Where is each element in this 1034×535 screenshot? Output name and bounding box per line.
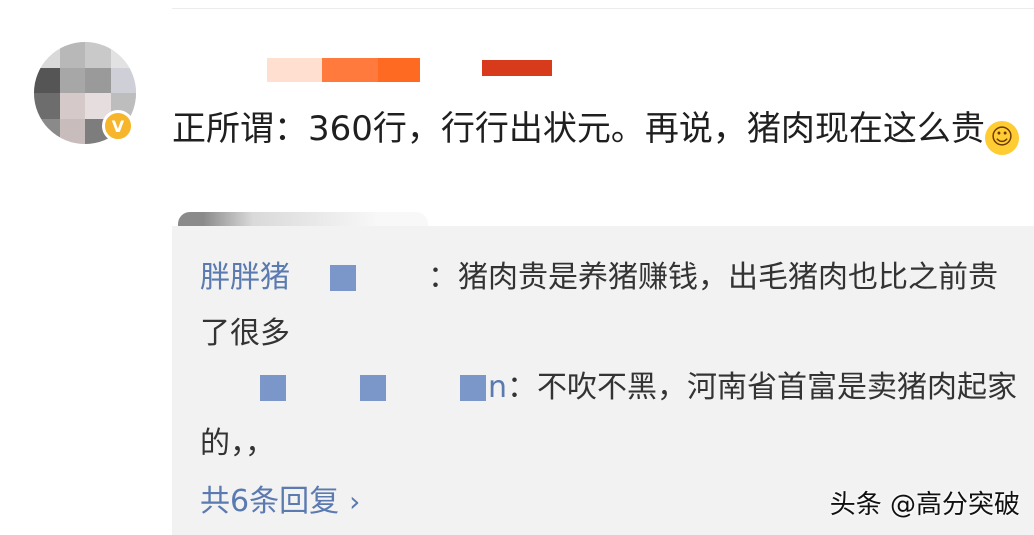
reply-count-label: 共6条回复 bbox=[200, 484, 340, 519]
reply-text: ：不吹不黑，河南省首富是卖猪肉起家的，， bbox=[200, 370, 1018, 461]
top-divider bbox=[172, 8, 1034, 9]
reply-username[interactable]: n bbox=[488, 370, 507, 405]
comment-body: 正所谓：360行，行行出状元。再说，猪肉现在这么贵 bbox=[172, 109, 985, 149]
watermark: 头条 @高分突破 bbox=[829, 490, 1020, 520]
reply-username[interactable]: 胖胖猪 bbox=[200, 260, 290, 295]
comment-text: 正所谓：360行，行行出状元。再说，猪肉现在这么贵 ☺ bbox=[172, 96, 1032, 162]
verified-badge-icon: V bbox=[102, 110, 134, 142]
chevron-right-icon: › bbox=[349, 485, 361, 518]
reply-item[interactable]: 胖胖猪 ：猪肉贵是养猪赚钱，出毛猪肉也比之前贵了很多 bbox=[200, 250, 1020, 362]
laugh-cry-emoji-icon: ☺ bbox=[984, 121, 1019, 155]
username-mask bbox=[460, 375, 486, 401]
username-mask bbox=[360, 375, 386, 401]
username-redacted[interactable] bbox=[172, 58, 592, 84]
reply-item[interactable]: n：不吹不黑，河南省首富是卖猪肉起家的，， bbox=[200, 360, 1020, 472]
username-mask bbox=[330, 265, 356, 291]
reply-text: ：猪肉贵是养猪赚钱，出毛猪肉也比之前贵了很多 bbox=[200, 260, 998, 351]
view-replies-link[interactable]: 共6条回复 › bbox=[200, 480, 360, 524]
username-mask bbox=[260, 375, 286, 401]
